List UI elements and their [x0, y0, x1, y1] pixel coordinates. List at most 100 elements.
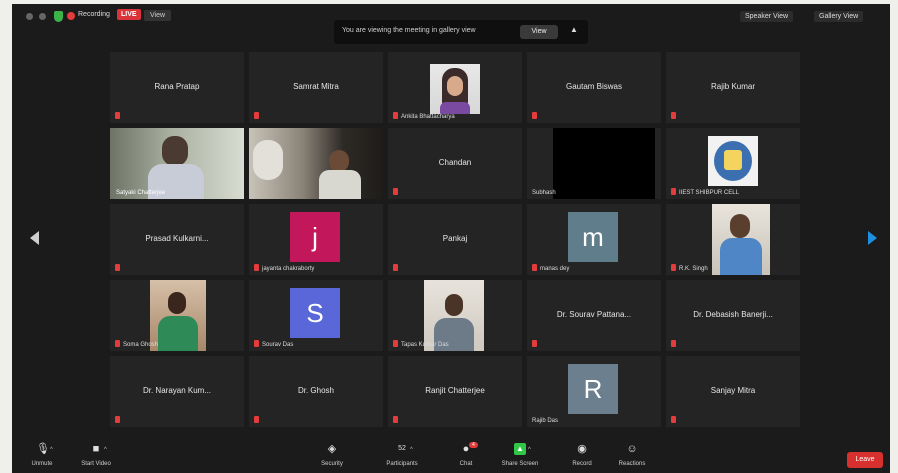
participant-tile[interactable]: IIEST SHIBPUR CELL	[666, 128, 800, 199]
avatar: j	[290, 212, 340, 262]
minimize-dot[interactable]	[39, 13, 46, 20]
participant-name: Ranjit Chatterjee	[425, 386, 485, 395]
muted-mic-icon	[393, 340, 398, 347]
participant-tile[interactable]: Dr. Sourav Pattana...	[527, 280, 661, 351]
smiley-icon: ☺	[626, 443, 638, 455]
participant-name: Pankaj	[442, 234, 468, 243]
participant-caption: IIEST SHIBPUR CELL	[679, 190, 739, 196]
muted-mic-icon	[115, 112, 120, 119]
banner-view-button[interactable]: View	[520, 25, 558, 39]
previous-page-arrow-icon[interactable]	[30, 231, 39, 245]
next-page-arrow-icon[interactable]	[868, 231, 877, 245]
participant-tile[interactable]: Sanjay Mitra	[666, 356, 800, 427]
reactions-button[interactable]: ☺ Reactions	[610, 443, 654, 467]
participant-tile[interactable]: j jayanta chakraborty	[249, 204, 383, 275]
recording-label: Recording	[78, 11, 110, 18]
participant-tile-active-speaker[interactable]: Satyaki Chatterjee	[110, 128, 244, 199]
leave-button[interactable]: Leave	[847, 452, 883, 468]
participant-tile[interactable]: Samrat Mitra	[249, 52, 383, 123]
participant-tile[interactable]: Dr. Narayan Kum...	[110, 356, 244, 427]
video-feed	[110, 128, 244, 199]
participant-name: Samrat Mitra	[293, 82, 339, 91]
video-feed	[424, 280, 484, 351]
microphone-icon: 🎙	[36, 443, 50, 455]
chevron-up-icon[interactable]: ^	[410, 447, 413, 453]
muted-mic-icon	[115, 264, 120, 271]
chevron-up-icon[interactable]: ^	[104, 447, 107, 453]
unmute-label: Unmute	[31, 461, 53, 467]
chevron-up-icon[interactable]: ^	[528, 447, 531, 453]
video-feed	[553, 128, 655, 199]
record-dot-icon	[67, 12, 75, 20]
live-badge[interactable]: LIVE	[117, 9, 141, 20]
participant-caption: Sourav Das	[262, 342, 294, 348]
participant-tile[interactable]: Dr. Ghosh	[249, 356, 383, 427]
shield-icon[interactable]	[54, 11, 63, 22]
participant-tile[interactable]: Pankaj	[388, 204, 522, 275]
participant-tile[interactable]: Soma Ghosh	[110, 280, 244, 351]
muted-mic-icon	[254, 112, 259, 119]
participant-tile[interactable]: Rajib Kumar	[666, 52, 800, 123]
chat-button[interactable]: ● 4 Chat	[444, 442, 488, 467]
participant-caption: Soma Ghosh	[123, 342, 159, 348]
security-label: Security	[321, 461, 343, 467]
participant-tile[interactable]: Subhash	[527, 128, 661, 199]
profile-photo	[430, 64, 480, 114]
participants-button[interactable]: 52 ^ Participants	[380, 443, 424, 467]
speaker-view-button[interactable]: Speaker View	[740, 11, 794, 22]
participant-name: Rana Pratap	[154, 82, 200, 91]
shield-icon: ◈	[327, 443, 337, 455]
logo-image	[708, 136, 758, 186]
muted-mic-icon	[671, 416, 676, 423]
participant-tile[interactable]: Dr. Debasish Banerji...	[666, 280, 800, 351]
participant-tile[interactable]: Ranjit Chatterjee	[388, 356, 522, 427]
participant-caption: Subhash	[532, 190, 556, 196]
participant-caption: R.K. Singh	[679, 266, 708, 272]
security-button[interactable]: ◈ Security	[310, 443, 354, 467]
participant-name: Dr. Ghosh	[297, 386, 334, 395]
video-camera-icon: ■	[92, 443, 100, 455]
chat-badge: 4	[469, 442, 478, 448]
start-video-button[interactable]: ■ ^ Start Video	[74, 443, 118, 467]
participant-name: Rajib Kumar	[710, 82, 755, 91]
avatar: S	[290, 288, 340, 338]
muted-mic-icon	[532, 264, 537, 271]
muted-mic-icon	[254, 264, 259, 271]
participant-tile[interactable]: Chandan	[388, 128, 522, 199]
muted-mic-icon	[532, 340, 537, 347]
participant-caption: Ankita Bhattacharya	[401, 114, 455, 120]
participant-tile[interactable]: Ankita Bhattacharya	[388, 52, 522, 123]
participant-tile[interactable]: Gautam Biswas	[527, 52, 661, 123]
share-screen-icon: ▲	[514, 443, 526, 455]
muted-mic-icon	[671, 264, 676, 271]
participant-name: Dr. Debasish Banerji...	[693, 310, 773, 319]
gallery-banner: You are viewing the meeting in gallery v…	[334, 20, 588, 44]
muted-mic-icon	[671, 112, 676, 119]
participant-tile[interactable]: R.K. Singh	[666, 204, 800, 275]
chevron-up-icon[interactable]: ▲	[570, 25, 578, 34]
participant-name: Sanjay Mitra	[710, 386, 756, 395]
participant-name: Chandan	[438, 158, 472, 167]
participant-name: Dr. Narayan Kum...	[142, 386, 212, 395]
muted-mic-icon	[393, 264, 398, 271]
participant-name: Prasad Kulkarni...	[145, 234, 209, 243]
muted-mic-icon	[532, 112, 537, 119]
muted-mic-icon	[671, 340, 676, 347]
participant-tile[interactable]: Prasad Kulkarni...	[110, 204, 244, 275]
close-dot[interactable]	[26, 13, 33, 20]
participant-tile[interactable]	[249, 128, 383, 199]
participant-tile[interactable]: m manas dey	[527, 204, 661, 275]
video-feed	[249, 128, 383, 199]
chevron-up-icon[interactable]: ^	[50, 447, 53, 453]
share-screen-button[interactable]: ▲ ^ Share Screen	[498, 443, 542, 467]
window-controls[interactable]	[26, 13, 46, 20]
participant-tile[interactable]: Rana Pratap	[110, 52, 244, 123]
unmute-button[interactable]: 🎙 ^ Unmute	[20, 443, 64, 467]
gallery-view-button[interactable]: Gallery View	[814, 11, 864, 22]
record-button[interactable]: ◉ Record	[560, 443, 604, 467]
participant-tile[interactable]: S Sourav Das	[249, 280, 383, 351]
banner-text: You are viewing the meeting in gallery v…	[342, 27, 476, 34]
participant-tile[interactable]: Tapas Kumar Das	[388, 280, 522, 351]
view-label[interactable]: View	[144, 10, 172, 21]
participant-tile[interactable]: R Rajib Das	[527, 356, 661, 427]
